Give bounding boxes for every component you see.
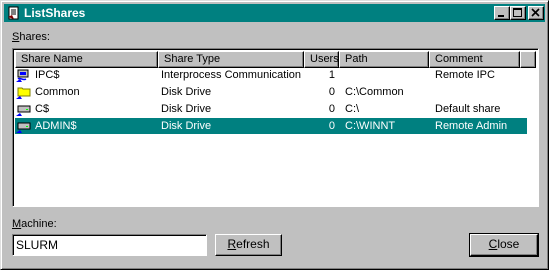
listshares-window: ListShares Shares: Share Name Share Type…	[0, 0, 549, 270]
cell-path: C:\WINNT	[345, 120, 396, 132]
cell-comment: Remote IPC	[435, 69, 495, 81]
cell-type: Disk Drive	[161, 103, 212, 115]
shared-drive-icon	[16, 101, 33, 117]
cell-users: 1	[328, 69, 335, 81]
machine-label-accesskey: M	[12, 218, 22, 230]
shared-folder-icon	[16, 84, 33, 100]
cell-type: Disk Drive	[161, 86, 212, 98]
share-row[interactable]: Common Disk Drive 0 C:\Common	[15, 84, 527, 100]
window-title: ListShares	[24, 6, 86, 20]
cell-type: Disk Drive	[161, 120, 212, 132]
title-bar[interactable]: ListShares	[4, 4, 545, 22]
column-header-share-type[interactable]: Share Type	[158, 51, 304, 68]
shared-drive-icon	[16, 118, 33, 134]
cell-users: 0	[328, 86, 335, 98]
cell-name: ADMIN$	[35, 120, 77, 132]
refresh-label: efresh	[236, 237, 270, 251]
refresh-accesskey: R	[227, 237, 237, 251]
share-row[interactable]: C$ Disk Drive 0 C:\ Default share	[15, 101, 527, 117]
maximize-icon	[513, 8, 522, 17]
cell-name: IPC$	[35, 69, 60, 81]
minimize-icon	[498, 15, 504, 17]
column-header-filler	[520, 51, 536, 68]
column-header-comment[interactable]: Comment	[429, 51, 520, 68]
machine-label-text: achine:	[21, 218, 57, 230]
minimize-button[interactable]	[494, 6, 510, 20]
shares-list[interactable]: Share Name Share Type Users Path Comment…	[12, 48, 539, 207]
shares-label-text: hares:	[19, 31, 50, 43]
cell-path: C:\	[345, 103, 360, 115]
column-header-share-name[interactable]: Share Name	[15, 51, 158, 68]
machine-input[interactable]: SLURM	[12, 234, 207, 256]
close-window-button[interactable]	[528, 6, 544, 20]
close-button[interactable]: Close	[469, 233, 539, 257]
app-icon	[8, 6, 19, 20]
cell-users: 0	[328, 120, 335, 132]
cell-comment: Default share	[435, 103, 501, 115]
share-row[interactable]: IPC$ Interprocess Communication 1 Remote IP…	[15, 67, 527, 83]
refresh-button[interactable]: Refresh	[215, 234, 282, 256]
cell-comment: Remote Admin	[435, 120, 508, 132]
share-pipe-icon	[16, 67, 33, 83]
close-label: lose	[497, 237, 520, 251]
shares-label: Shares:	[12, 31, 50, 43]
cell-type: Interprocess Communication	[161, 69, 302, 81]
column-header-path[interactable]: Path	[339, 51, 429, 68]
cell-name: Common	[35, 86, 80, 98]
cell-users: 0	[328, 103, 335, 115]
share-row[interactable]: ADMIN$ Disk Drive 0 C:\WINNT Remote Admin	[15, 118, 527, 134]
close-icon	[531, 8, 540, 17]
machine-label: Machine:	[12, 218, 57, 230]
column-header-users[interactable]: Users	[304, 51, 339, 68]
cell-path: C:\Common	[345, 86, 404, 98]
cell-name: C$	[35, 103, 50, 115]
maximize-button[interactable]	[510, 6, 526, 20]
machine-input-value: SLURM	[16, 238, 59, 252]
